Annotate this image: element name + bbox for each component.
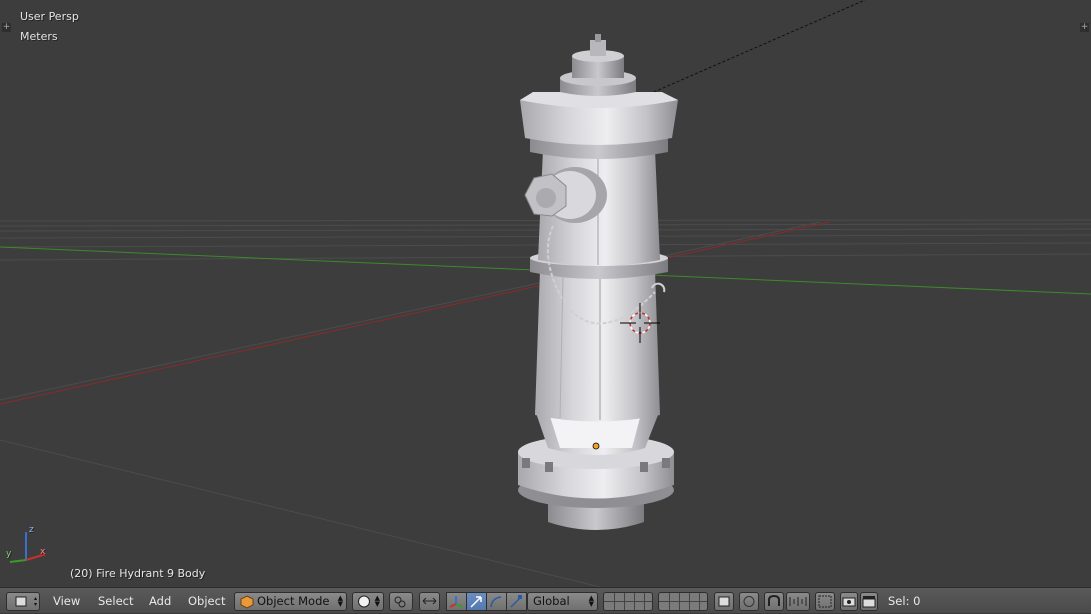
snap-target-button[interactable] [815,592,835,611]
units-label: Meters [20,30,58,43]
region-toggle-right-icon[interactable]: + [1080,23,1089,32]
layer-buttons-1[interactable] [603,592,653,611]
clapboard-icon [862,596,876,608]
mode-cube-icon [240,595,254,609]
lamp-direction-line [616,0,866,109]
scene-canvas[interactable] [0,0,1091,587]
view-name: User Persp [20,10,79,23]
render-animation-button[interactable] [860,592,878,611]
pivot-icon [394,596,406,608]
layer-icon [718,596,730,607]
mirror-arrows-icon [422,597,437,605]
translate-toggle[interactable] [466,592,487,611]
mode-arrows-icon: ▲ ▼ [337,594,343,608]
gizmo-label-x: x [40,547,46,557]
3d-viewport[interactable]: + + User Persp Meters (20) Fire Hydrant … [0,0,1091,587]
manipulator-icon [449,596,464,608]
snap-toggle-button[interactable] [764,592,784,611]
rotate-toggle[interactable] [486,592,507,611]
scale-toggle[interactable] [506,592,527,611]
object-info: (20) Fire Hydrant 9 Body [70,567,206,580]
shading-sphere-icon [358,595,370,608]
gizmo-label-z: z [29,525,34,535]
layer-lock-button[interactable] [714,592,734,611]
orientation-label: Global [533,594,570,608]
snap-element-icon [789,597,807,606]
origin-point [592,442,600,450]
menu-add[interactable]: Add [149,594,171,608]
editor-type-button[interactable] [6,592,40,611]
x-axis-line [0,221,831,405]
fire-hydrant-model [518,34,678,530]
render-button[interactable] [840,592,858,611]
mode-label: Object Mode [257,594,330,608]
manipulator-toggle[interactable] [446,592,467,611]
snap-element-button[interactable] [786,592,810,611]
proportional-icon [743,596,755,607]
gizmo-label-y: y [6,549,12,559]
rotate-icon [490,596,502,608]
menu-select[interactable]: Select [98,594,133,608]
mirror-toggle-button[interactable] [419,592,440,611]
menu-object[interactable]: Object [188,594,225,608]
proportional-edit-button[interactable] [739,592,759,611]
scale-icon [510,595,522,608]
3d-view-header: View Select Add Object Object Mode ▲ ▼ ▲ ▼ [0,587,1091,613]
render-icon [842,597,856,607]
translate-icon [470,596,482,608]
snap-target-icon [818,595,832,608]
layer-buttons-2[interactable] [658,592,708,611]
mode-dropdown[interactable]: Object Mode ▲ ▼ [234,592,347,611]
editor-type-icon [15,596,37,607]
snap-icon [768,594,780,606]
region-toggle-left-icon[interactable]: + [2,23,11,32]
pivot-point-dropdown[interactable] [389,592,413,611]
selection-count: Sel: 0 [888,594,921,608]
orientation-dropdown[interactable]: Global ▲ ▼ [527,592,598,611]
viewport-shading-dropdown[interactable]: ▲ ▼ [352,592,384,611]
menu-view[interactable]: View [53,594,80,608]
